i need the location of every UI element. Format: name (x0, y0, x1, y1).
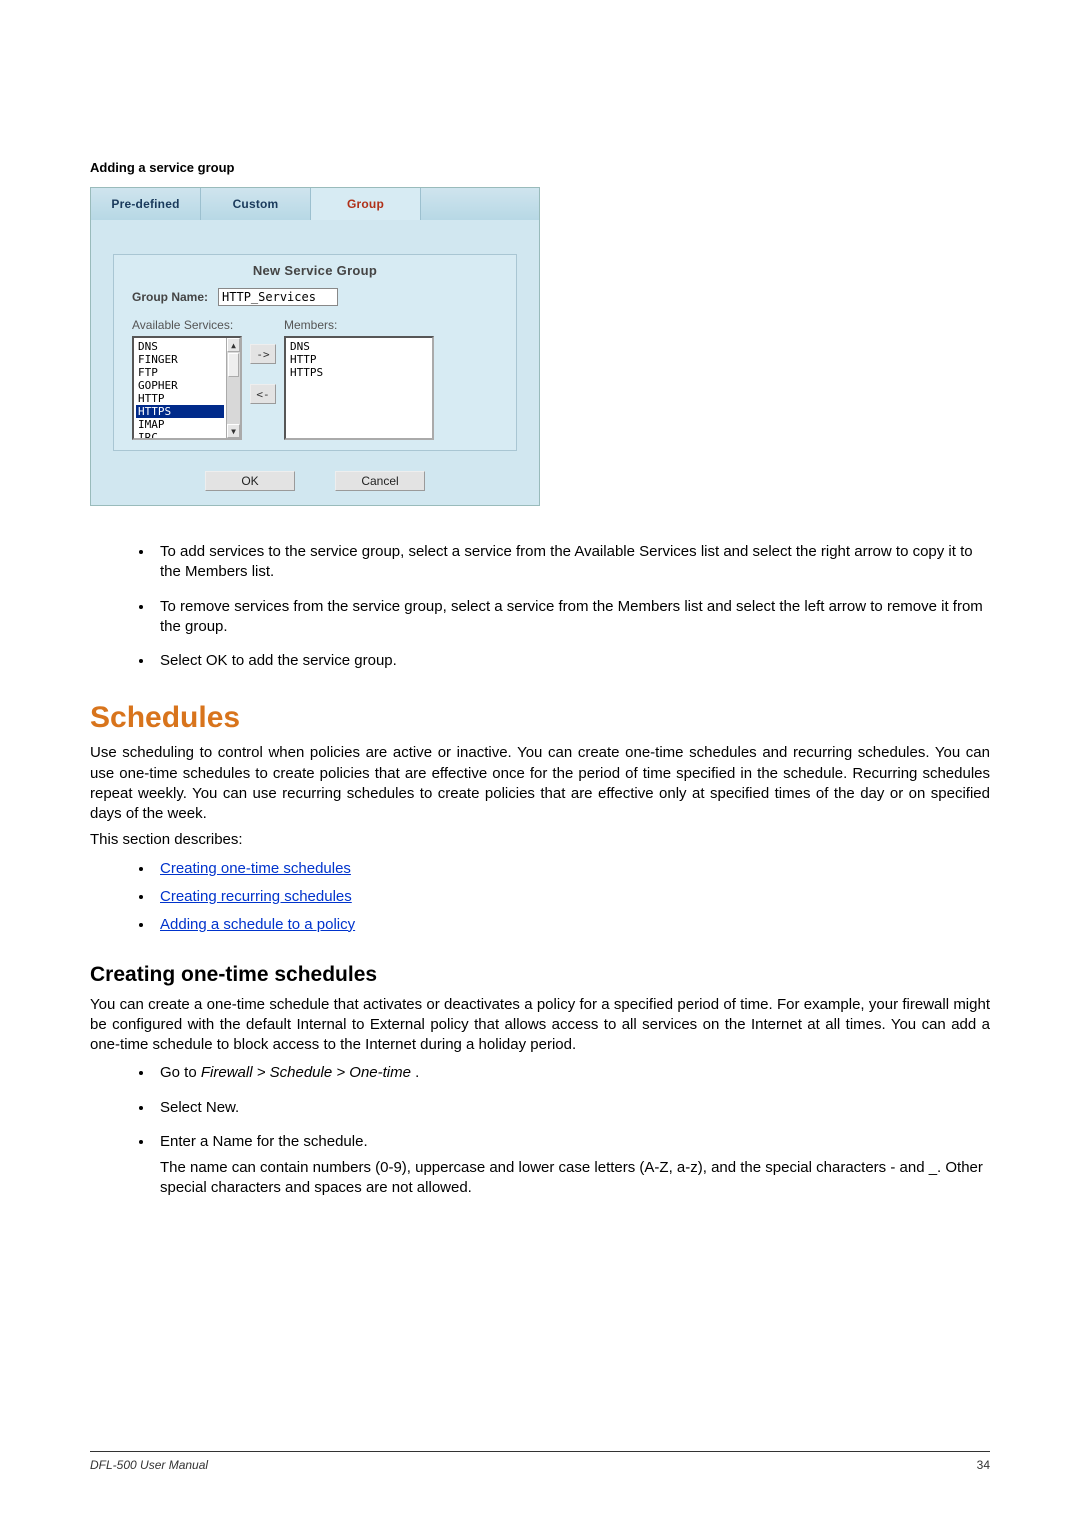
scroll-up-icon[interactable]: ▲ (227, 338, 240, 352)
members-list[interactable]: DNS HTTP HTTPS (284, 336, 434, 440)
step-subtext: The name can contain numbers (0-9), uppe… (160, 1158, 990, 1199)
footer-page-number: 34 (977, 1458, 990, 1472)
panel-title: New Service Group (114, 255, 516, 288)
heading-schedules: Schedules (90, 701, 990, 735)
list-item[interactable]: HTTP (136, 392, 224, 405)
list-item[interactable]: IRC (136, 431, 224, 440)
list-item[interactable]: HTTP (288, 353, 430, 366)
list-item: Creating recurring schedules (154, 885, 990, 909)
list-item-selected[interactable]: HTTPS (136, 405, 224, 418)
list-item[interactable]: DNS (288, 340, 430, 353)
link-add-policy[interactable]: Adding a schedule to a policy (160, 916, 355, 933)
steps-list: Go to Firewall > Schedule > One-time . S… (154, 1063, 990, 1198)
service-group-screenshot: Pre-defined Custom Group New Service Gro… (90, 187, 540, 506)
list-item[interactable]: IMAP (136, 418, 224, 431)
list-item: To remove services from the service grou… (154, 597, 990, 638)
available-services-label: Available Services: (132, 318, 242, 332)
list-item: Enter a Name for the schedule. The name … (154, 1132, 990, 1199)
group-name-label: Group Name: (132, 290, 208, 304)
figure-caption: Adding a service group (90, 160, 990, 175)
list-item: Go to Firewall > Schedule > One-time . (154, 1063, 990, 1083)
tab-custom[interactable]: Custom (201, 188, 311, 220)
section-describes: This section describes: (90, 830, 990, 850)
link-recurring[interactable]: Creating recurring schedules (160, 888, 352, 905)
list-item: Adding a schedule to a policy (154, 913, 990, 937)
list-item: Select OK to add the service group. (154, 651, 990, 671)
list-item: To add services to the service group, se… (154, 542, 990, 583)
scroll-thumb[interactable] (228, 353, 239, 377)
list-item: Creating one-time schedules (154, 857, 990, 881)
step-text: Go to (160, 1064, 201, 1081)
nav-path: Firewall > Schedule > One-time (201, 1064, 411, 1081)
new-service-group-panel: New Service Group Group Name: Available … (113, 254, 517, 451)
list-item[interactable]: GOPHER (136, 379, 224, 392)
link-one-time[interactable]: Creating one-time schedules (160, 860, 351, 877)
list-item[interactable]: DNS (136, 340, 224, 353)
group-name-input[interactable] (218, 288, 338, 306)
tab-bar: Pre-defined Custom Group (91, 188, 539, 220)
step-text: Enter a Name for the schedule. (160, 1133, 368, 1150)
list-item[interactable]: FINGER (136, 353, 224, 366)
move-right-button[interactable]: -> (250, 344, 276, 364)
list-item[interactable]: FTP (136, 366, 224, 379)
tab-group[interactable]: Group (311, 188, 421, 220)
tab-predefined[interactable]: Pre-defined (91, 188, 201, 220)
list-item[interactable]: HTTPS (288, 366, 430, 379)
members-label: Members: (284, 318, 434, 332)
list-item: Select New. (154, 1098, 990, 1118)
section-links: Creating one-time schedules Creating rec… (154, 857, 990, 937)
available-services-list[interactable]: DNS FINGER FTP GOPHER HTTP HTTPS IMAP IR… (132, 336, 242, 440)
page-footer: DFL-500 User Manual 34 (90, 1451, 990, 1472)
ok-button[interactable]: OK (205, 471, 295, 491)
schedules-paragraph: Use scheduling to control when policies … (90, 743, 990, 824)
scroll-down-icon[interactable]: ▼ (227, 424, 240, 438)
footer-manual-name: DFL-500 User Manual (90, 1458, 208, 1472)
move-left-button[interactable]: <- (250, 384, 276, 404)
scrollbar[interactable]: ▲ ▼ (226, 338, 240, 438)
cancel-button[interactable]: Cancel (335, 471, 425, 491)
one-time-paragraph: You can create a one-time schedule that … (90, 995, 990, 1056)
step-text: . (411, 1064, 419, 1081)
instructions-list: To add services to the service group, se… (154, 542, 990, 671)
heading-one-time: Creating one-time schedules (90, 963, 990, 987)
